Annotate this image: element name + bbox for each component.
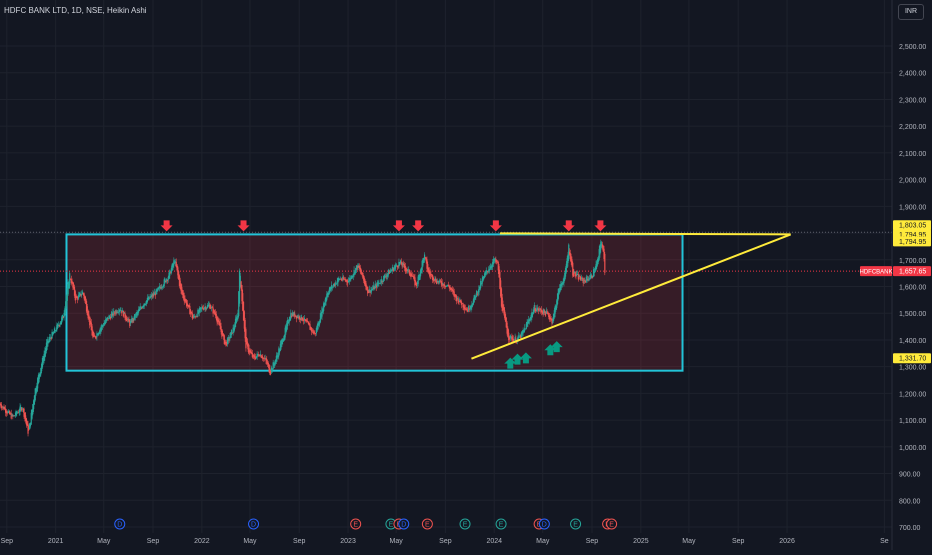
event-marker-label: E — [609, 522, 614, 529]
candle-body — [238, 270, 241, 304]
y-tick-label: 700.00 — [899, 525, 921, 532]
x-tick-label: Sep — [586, 538, 599, 545]
candle-body — [335, 283, 338, 285]
candle-body — [228, 339, 230, 340]
x-tick-label: May — [390, 538, 404, 545]
event-marker-label: D — [401, 522, 406, 529]
y-tick-label: 1,600.00 — [899, 285, 926, 292]
candle-body — [538, 309, 540, 311]
candle-body — [315, 333, 317, 334]
candle-body — [311, 327, 313, 332]
x-tick-label: 2021 — [48, 538, 64, 545]
y-tick-label: 2,300.00 — [899, 97, 926, 104]
candle-body — [62, 317, 64, 319]
chart-root[interactable]: DDEEEDEEEEDEEE 700.00800.00900.001,000.0… — [0, 0, 932, 550]
candle-body — [476, 293, 479, 295]
x-tick-label: May — [536, 538, 550, 545]
event-marker-label: E — [425, 522, 430, 529]
candle-body — [604, 253, 606, 273]
candle-body — [149, 297, 151, 299]
x-tick-label: 2026 — [779, 538, 795, 545]
y-tick-label: 1,500.00 — [899, 311, 926, 318]
x-tick-label: 2022 — [194, 538, 210, 545]
candle-body — [331, 286, 334, 288]
y-tick-label: 1,300.00 — [899, 365, 926, 372]
x-tick-label: Sep — [1, 538, 14, 545]
price-label-text: 1,657.65 — [899, 269, 926, 276]
y-tick-label: 1,400.00 — [899, 338, 926, 345]
x-tick-label: Sep — [293, 538, 306, 545]
y-tick-label: 2,100.00 — [899, 151, 926, 158]
x-tick-label: 2023 — [340, 538, 356, 545]
candle-body — [133, 319, 135, 321]
candle-body — [196, 316, 198, 318]
candle-body — [480, 280, 482, 288]
event-marker-label: D — [251, 522, 256, 529]
x-tick-label: May — [97, 538, 111, 545]
x-tick-label: 2024 — [486, 538, 502, 545]
candle-body — [46, 339, 48, 347]
candle-body — [153, 294, 155, 296]
event-marker-label: D — [542, 522, 547, 529]
candle-body — [17, 412, 20, 414]
event-marker-label: D — [117, 522, 122, 529]
candle-body — [351, 277, 353, 279]
candle-body — [453, 291, 455, 297]
candle-body — [487, 271, 489, 273]
candle-body — [568, 244, 570, 259]
x-tick-label: 2025 — [633, 538, 649, 545]
candle-body — [134, 316, 136, 318]
y-tick-label: 900.00 — [899, 472, 921, 479]
price-label-text: 1,794.95 — [899, 239, 926, 246]
x-tick-label: Sep — [147, 538, 160, 545]
y-tick-label: 1,100.00 — [899, 418, 926, 425]
price-label-text: 1,803.05 — [899, 223, 926, 230]
event-marker-label: E — [389, 522, 394, 529]
currency-button[interactable]: INR — [898, 4, 924, 20]
candle-body — [354, 272, 356, 274]
y-tick-label: 1,200.00 — [899, 391, 926, 398]
candle-body — [478, 285, 480, 293]
symbol-tag: HDFCBANK — [859, 270, 892, 276]
candle-body — [10, 413, 12, 419]
price-chart[interactable]: DDEEEDEEEEDEEE 700.00800.00900.001,000.0… — [0, 0, 932, 550]
y-tick-label: 800.00 — [899, 498, 921, 505]
candle-body — [382, 280, 384, 282]
x-tick-label: Sep — [732, 538, 745, 545]
y-tick-label: 1,700.00 — [899, 258, 926, 265]
candle-body — [199, 307, 201, 311]
y-tick-label: 2,400.00 — [899, 71, 926, 78]
candle-body — [3, 406, 5, 410]
candle-body — [166, 280, 169, 282]
y-tick-label: 2,000.00 — [899, 178, 926, 185]
chart-title: HDFC BANK LTD, 1D, NSE, Heikin Ashi — [4, 6, 147, 15]
candle-body — [146, 297, 148, 303]
candle-body — [376, 282, 378, 287]
y-tick-label: 1,900.00 — [899, 204, 926, 211]
event-marker-label: E — [353, 522, 358, 529]
y-tick-label: 2,200.00 — [899, 124, 926, 131]
x-tick-label: Sep — [439, 538, 452, 545]
event-marker-label: E — [463, 522, 468, 529]
event-marker-label: E — [499, 522, 504, 529]
y-tick-label: 1,000.00 — [899, 445, 926, 452]
candle-body — [197, 310, 199, 317]
range-rectangle — [65, 233, 684, 372]
candle-body — [365, 283, 367, 290]
x-tick-label: Se — [880, 538, 889, 545]
resistance-line — [499, 232, 791, 236]
candle-body — [531, 312, 533, 318]
x-tick-label: May — [243, 538, 257, 545]
candle-body — [58, 325, 60, 327]
candle-body — [132, 317, 134, 322]
y-tick-label: 2,500.00 — [899, 44, 926, 51]
price-label-text: 1,331.70 — [899, 356, 926, 363]
x-tick-label: May — [682, 538, 696, 545]
event-marker-label: E — [573, 522, 578, 529]
